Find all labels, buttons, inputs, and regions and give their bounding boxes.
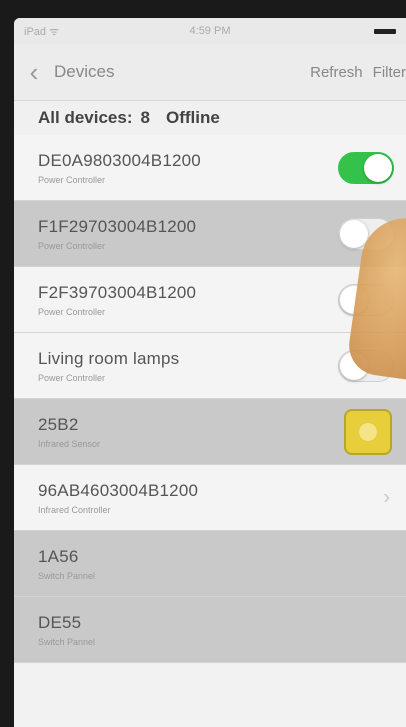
device-row[interactable]: 1A56 Switch Pannel — [14, 531, 406, 597]
clock: 4:59 PM — [189, 25, 231, 37]
nav-actions: Refresh Filter — [310, 64, 406, 81]
device-type: Switch Pannel — [38, 570, 96, 581]
summary-label: All devices: — [38, 108, 133, 127]
device-type: Infrared Controller — [38, 504, 111, 515]
device-row[interactable]: DE0A9803004B1200 Power Controller — [14, 135, 406, 201]
refresh-button[interactable]: Refresh — [310, 64, 363, 81]
device-summary: All devices: 8 Offline — [14, 101, 406, 135]
toggle-knob — [364, 153, 392, 182]
chevron-right-icon[interactable]: › — [383, 486, 390, 509]
device-row[interactable]: Living room lamps Power Controller — [14, 333, 406, 399]
infrared-sensor-icon[interactable] — [344, 408, 392, 455]
device-row[interactable]: DE55 Switch Pannel — [14, 597, 406, 663]
device-name: DE55 — [38, 612, 82, 632]
device-type: Switch Pannel — [38, 636, 96, 647]
navigation-bar: ‹ Devices Refresh Filter — [14, 44, 406, 101]
sensor-dot — [359, 422, 377, 441]
toggle-knob — [340, 219, 368, 248]
carrier-label: iPad ᯤ — [24, 25, 60, 38]
power-toggle[interactable] — [338, 151, 394, 184]
device-row[interactable]: F2F39703004B1200 Power Controller — [14, 267, 406, 333]
device-row[interactable]: 96AB4603004B1200 Infrared Controller › — [14, 465, 406, 531]
battery-icon — [374, 28, 396, 34]
device-list: DE0A9803004B1200 Power Controller F1F297… — [14, 135, 406, 663]
status-bar: iPad ᯤ 4:59 PM — [14, 18, 406, 44]
filter-button[interactable]: Filter — [373, 64, 406, 81]
device-name: 1A56 — [38, 546, 79, 566]
device-row[interactable]: 25B2 Infrared Sensor — [14, 399, 406, 465]
offline-filter[interactable]: Offline — [166, 108, 220, 128]
device-row[interactable]: F1F29703004B1200 Power Controller — [14, 201, 406, 267]
device-count: 8 — [140, 108, 150, 127]
device-name: 96AB4603004B1200 — [38, 480, 199, 500]
app-screen: iPad ᯤ 4:59 PM ‹ Devices Refresh Filter … — [14, 18, 406, 727]
back-chevron-icon[interactable]: ‹ — [14, 57, 54, 88]
nav-title[interactable]: Devices — [54, 62, 114, 82]
